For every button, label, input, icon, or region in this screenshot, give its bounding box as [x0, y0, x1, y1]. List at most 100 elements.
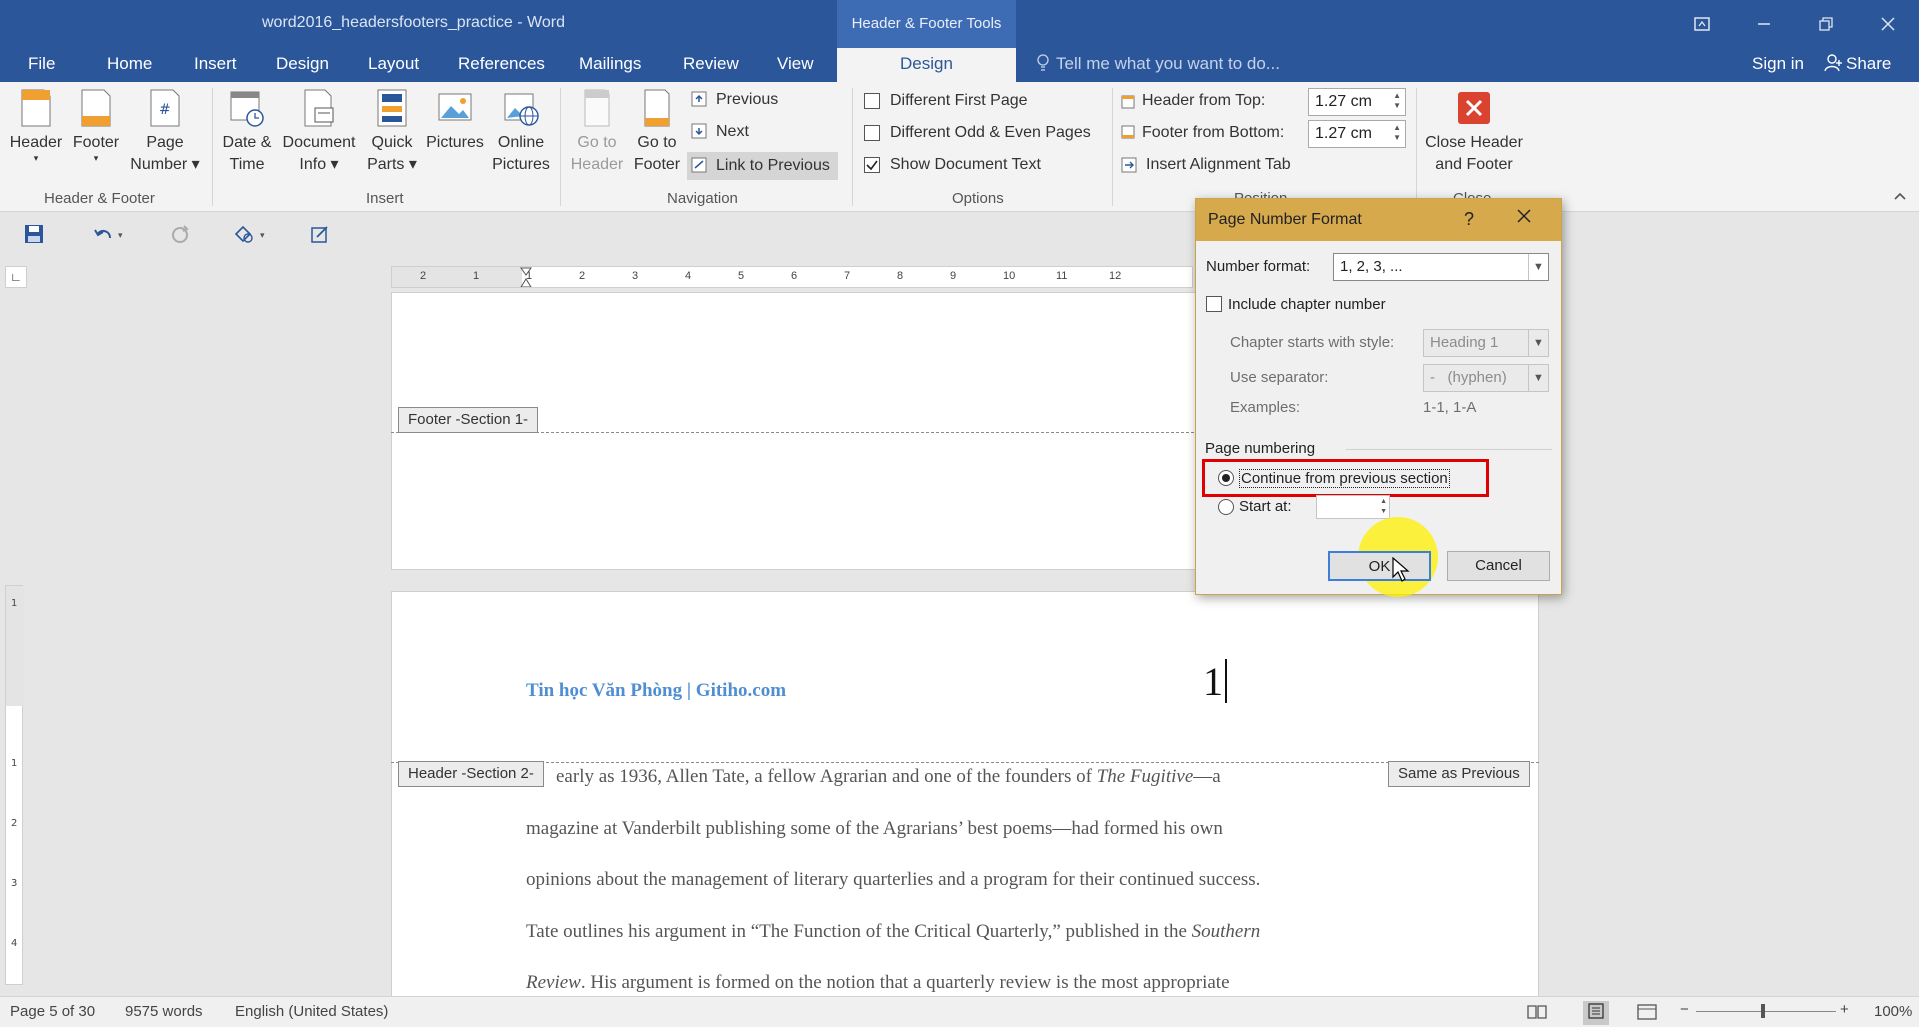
tell-me-search[interactable]: Tell me what you want to do... — [1036, 54, 1280, 74]
header-button[interactable]: Header ▾ — [6, 82, 66, 163]
insert-alignment-tab-button[interactable]: Insert Alignment Tab — [1120, 156, 1291, 174]
cancel-button[interactable]: Cancel — [1447, 551, 1550, 581]
zoom-slider-track[interactable] — [1696, 1011, 1836, 1012]
previous-section-icon — [691, 91, 707, 107]
pictures-button[interactable]: Pictures — [422, 82, 488, 154]
continue-from-previous-label[interactable]: Continue from previous section — [1239, 469, 1450, 488]
document-info-button[interactable]: Document Info ▾ — [278, 82, 360, 176]
ribbon: Header ▾ Footer ▾ # Page Number ▾ Header… — [0, 82, 1919, 212]
quick-parts-button[interactable]: Quick Parts ▾ — [362, 82, 422, 176]
spin-arrows-icon[interactable]: ▲ ▼ — [1393, 91, 1401, 111]
different-odd-even-checkbox[interactable]: Different Odd & Even Pages — [864, 124, 1091, 142]
touch-mode-icon[interactable]: ▾ — [232, 224, 272, 247]
number-format-select[interactable]: 1, 2, 3, ... ▼ — [1333, 253, 1549, 281]
zoom-slider-thumb[interactable] — [1761, 1004, 1765, 1018]
chapter-style-select[interactable]: Heading 1 ▼ — [1423, 329, 1549, 357]
next-button[interactable]: Next — [690, 122, 749, 142]
number-format-label: Number format: — [1206, 258, 1311, 275]
continue-from-previous-radio[interactable] — [1218, 470, 1234, 486]
dialog-close-icon[interactable] — [1516, 207, 1532, 230]
tab-view[interactable]: View — [777, 54, 814, 74]
page-number-field[interactable]: 1 — [1203, 658, 1227, 705]
zoom-out-icon[interactable]: − — [1680, 1001, 1689, 1018]
show-document-text-label: Show Document Text — [890, 156, 1041, 173]
minimize-icon[interactable] — [1733, 0, 1795, 48]
spin-arrows-icon[interactable]: ▲ ▼ — [1393, 123, 1401, 143]
include-chapter-checkbox[interactable] — [1206, 296, 1222, 312]
header-label: Header — [9, 134, 63, 151]
date-time-button[interactable]: Date & Time — [218, 82, 276, 176]
body-text-line-1[interactable]: early as 1936, Allen Tate, a fellow Agra… — [556, 766, 1221, 788]
page-number-label-1: Page — [146, 134, 184, 151]
document-info-label-1: Document — [282, 134, 356, 151]
page-count[interactable]: Page 5 of 30 — [10, 1003, 95, 1020]
customize-qat-icon[interactable] — [310, 224, 330, 247]
start-at-input[interactable]: ▲ ▼ — [1316, 495, 1390, 519]
print-layout-icon[interactable] — [1583, 1001, 1609, 1025]
link-to-previous-button[interactable]: Link to Previous — [687, 152, 838, 180]
pictures-label: Pictures — [426, 134, 484, 151]
go-to-footer-label-1: Go to — [637, 134, 677, 151]
share-button[interactable]: Share — [1824, 54, 1891, 74]
link-icon — [691, 157, 707, 173]
body-text-line-5[interactable]: Review. His argument is formed on the no… — [526, 972, 1230, 994]
redo-icon[interactable] — [170, 224, 190, 247]
tab-selector-icon[interactable]: ∟ — [5, 266, 27, 288]
horizontal-ruler[interactable]: 2 1 1 2 3 4 5 6 7 8 9 10 11 12 — [391, 266, 1193, 288]
page-number-value: 1 — [1203, 659, 1223, 704]
footer-from-bottom-input[interactable]: 1.27 cm ▲ ▼ — [1308, 120, 1406, 148]
body-text-line-3[interactable]: opinions about the management of literar… — [526, 869, 1260, 891]
separator-select[interactable]: - (hyphen) ▼ — [1423, 364, 1549, 392]
go-to-header-button[interactable]: Go to Header — [565, 82, 629, 176]
zoom-level[interactable]: 100% — [1874, 1003, 1912, 1020]
go-to-footer-button[interactable]: Go to Footer — [627, 82, 687, 176]
footer-button[interactable]: Footer ▾ — [68, 82, 124, 163]
dialog-help-icon[interactable]: ? — [1464, 209, 1474, 230]
tab-references[interactable]: References — [458, 54, 545, 74]
tab-layout[interactable]: Layout — [368, 54, 419, 74]
tab-insert[interactable]: Insert — [194, 54, 237, 74]
close-header-footer-button[interactable]: Close Header and Footer — [1420, 82, 1528, 176]
online-pictures-button[interactable]: Online Pictures — [488, 82, 554, 176]
previous-button[interactable]: Previous — [690, 90, 778, 110]
quick-parts-icon — [374, 88, 410, 128]
header-brand-text[interactable]: Tin học Văn Phòng | Gitiho.com — [526, 680, 786, 702]
word-count[interactable]: 9575 words — [125, 1003, 203, 1020]
ruler-tick-label: 11 — [1056, 270, 1068, 282]
show-document-text-checkbox[interactable]: Show Document Text — [864, 156, 1041, 174]
tab-header-footer-design[interactable]: Design — [837, 48, 1016, 82]
indent-marker-icon[interactable] — [520, 267, 532, 287]
body-text-line-2[interactable]: magazine at Vanderbilt publishing some o… — [526, 818, 1223, 840]
language[interactable]: English (United States) — [235, 1003, 388, 1020]
collapse-ribbon-icon[interactable] — [1893, 190, 1907, 204]
web-layout-icon[interactable] — [1637, 1004, 1657, 1024]
dialog-title-bar[interactable]: Page Number Format ? — [1196, 199, 1561, 241]
spin-arrows-icon[interactable]: ▲ ▼ — [1380, 497, 1387, 517]
ok-button[interactable]: OK — [1328, 551, 1431, 581]
header-from-top-input[interactable]: 1.27 cm ▲ ▼ — [1308, 88, 1406, 116]
restore-icon[interactable] — [1795, 0, 1857, 48]
zoom-in-icon[interactable]: + — [1840, 1001, 1849, 1018]
vertical-ruler[interactable]: 1 1 2 3 4 — [5, 585, 24, 985]
tab-file[interactable]: File — [28, 54, 55, 74]
save-icon[interactable] — [24, 224, 44, 247]
examples-label: Examples: — [1230, 399, 1301, 416]
undo-icon[interactable]: ▾ — [94, 224, 128, 247]
document-info-icon — [301, 88, 337, 128]
read-mode-icon[interactable] — [1527, 1004, 1547, 1024]
tab-mailings[interactable]: Mailings — [579, 54, 641, 74]
page-number-button[interactable]: # Page Number ▾ — [126, 82, 204, 176]
tab-home[interactable]: Home — [107, 54, 152, 74]
close-window-icon[interactable] — [1857, 0, 1919, 48]
ribbon-display-options-icon[interactable] — [1671, 0, 1733, 48]
body-text-line-4[interactable]: Tate outlines his argument in “The Funct… — [526, 921, 1260, 943]
sign-in-link[interactable]: Sign in — [1752, 54, 1804, 74]
tab-design[interactable]: Design — [276, 54, 329, 74]
link-to-previous-label: Link to Previous — [716, 157, 830, 174]
tab-review[interactable]: Review — [683, 54, 739, 74]
start-at-radio[interactable] — [1218, 499, 1234, 515]
insert-alignment-tab-label: Insert Alignment Tab — [1146, 156, 1291, 173]
different-first-page-checkbox[interactable]: Different First Page — [864, 92, 1028, 110]
ruler-tick-label: 8 — [897, 270, 904, 282]
separator-value: - (hyphen) — [1430, 369, 1507, 386]
